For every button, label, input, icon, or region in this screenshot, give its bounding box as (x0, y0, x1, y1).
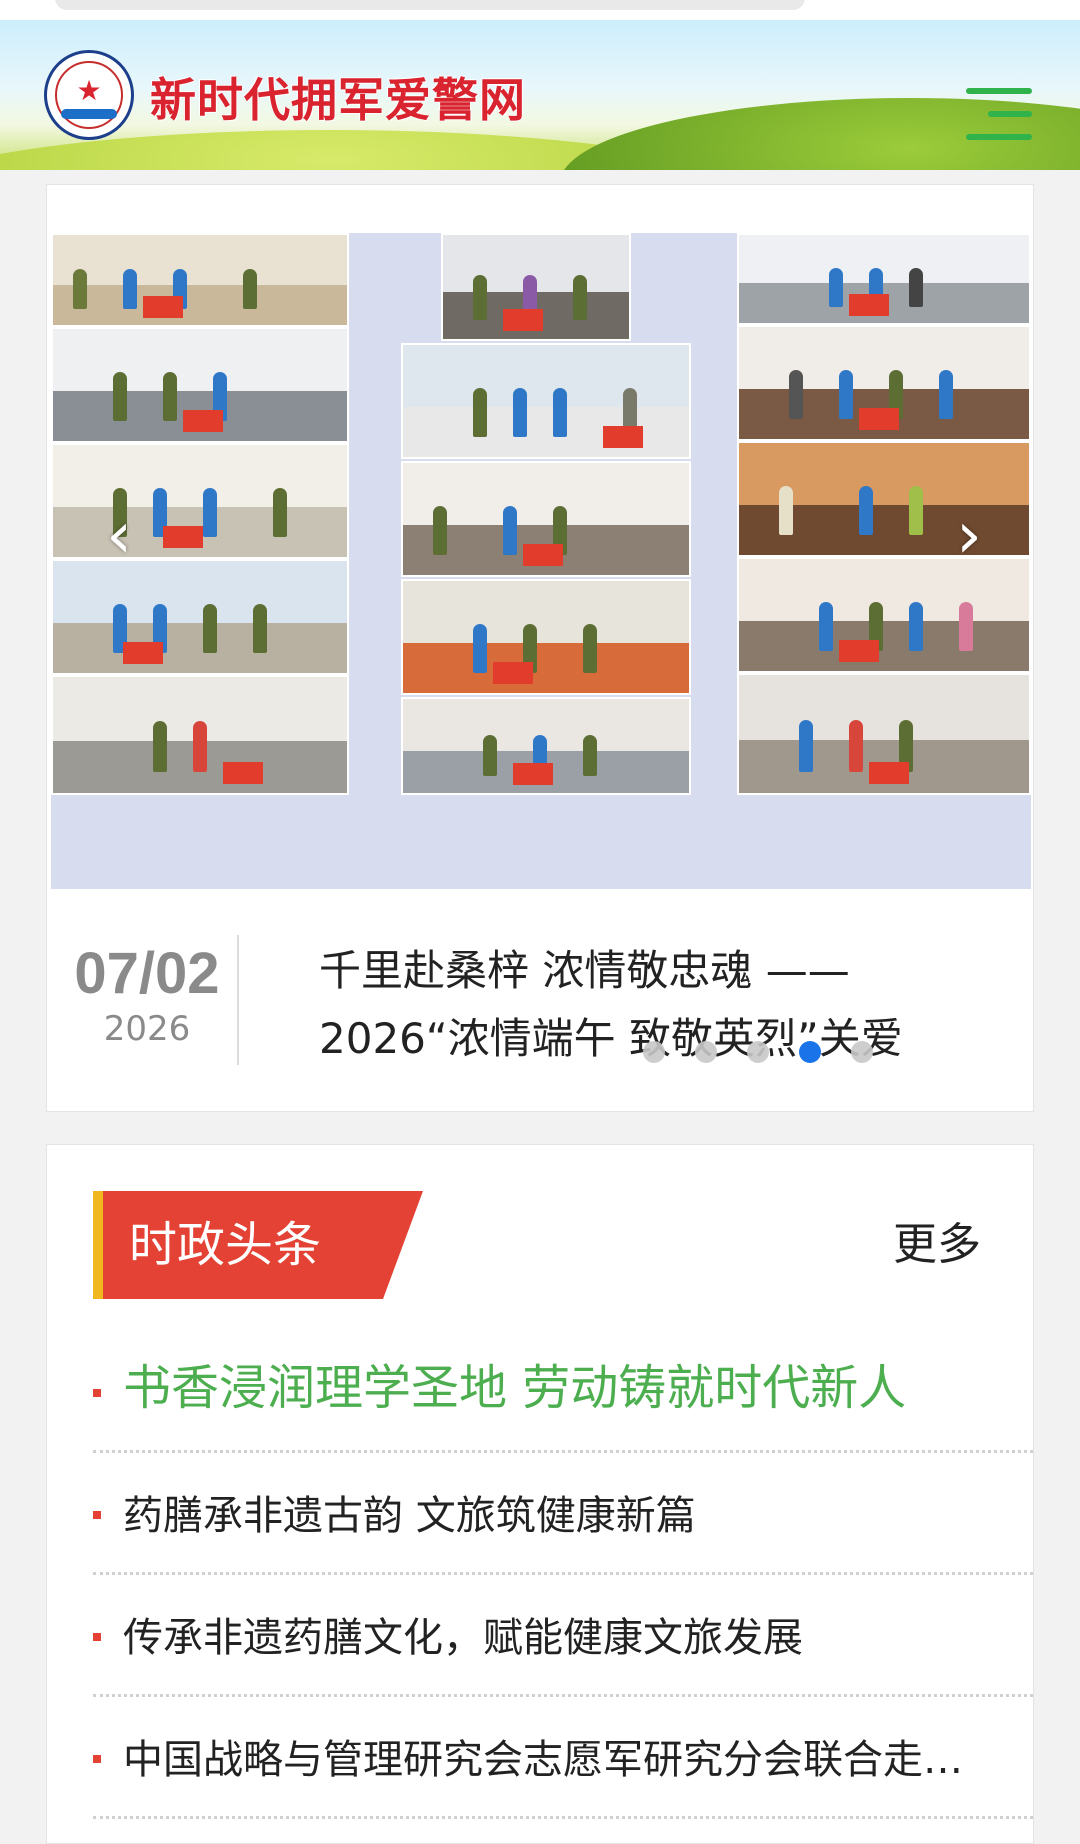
slider-pagination (643, 1041, 903, 1065)
news-item-title: 药膳承非遗古韵 文旅筑健康新篇 (123, 1493, 696, 1539)
news-item[interactable]: 中国战略与管理研究会志愿军研究分会联合走访慰问 (93, 1697, 1033, 1819)
news-list: 书香浸润理学圣地 劳动铸就时代新人 药膳承非遗古韵 文旅筑健康新篇 传承非遗药膳… (93, 1331, 1033, 1819)
section-title: 时政头条 (129, 1217, 322, 1273)
slide-date: 07/02 2026 (57, 935, 239, 1065)
slider-dot-2[interactable] (695, 1041, 717, 1063)
slider-dot-5[interactable] (851, 1041, 873, 1063)
site-header: ★ 新时代拥军爱警网 (0, 20, 1080, 170)
chevron-left-icon[interactable]: ‹ (89, 501, 149, 571)
slide-date-year: 2026 (103, 1009, 191, 1049)
slide-date-day: 07/02 (74, 941, 220, 1006)
more-link[interactable]: 更多 (893, 1215, 981, 1275)
news-item-title: 中国战略与管理研究会志愿军研究分会联合走访慰问 (123, 1737, 998, 1783)
slide-image-collage[interactable]: ‹ › (51, 233, 1031, 889)
news-item-title: 书香浸润理学圣地 劳动铸就时代新人 (123, 1360, 907, 1416)
address-bar[interactable] (55, 0, 805, 10)
logo-wave (61, 109, 117, 119)
news-item[interactable]: 书香浸润理学圣地 劳动铸就时代新人 (93, 1331, 1033, 1453)
hamburger-menu-icon[interactable] (962, 84, 1036, 144)
bullet-icon (93, 1755, 101, 1763)
bullet-icon (93, 1389, 101, 1397)
collage-column-middle (401, 233, 691, 889)
slider-dot-3[interactable] (747, 1041, 769, 1063)
chevron-right-icon[interactable]: › (939, 501, 999, 571)
bullet-icon (93, 1633, 101, 1641)
news-item-title: 传承非遗药膳文化，赋能健康文旅发展 (123, 1615, 803, 1661)
news-slider: ‹ › 07/02 2026 千里赴桑梓 浓情敬忠魂 —— 2026“浓情端午 … (46, 184, 1034, 1112)
browser-top-bar (0, 0, 1080, 20)
slider-dot-4-active[interactable] (799, 1041, 821, 1063)
logo-star-icon: ★ (76, 74, 102, 107)
site-title[interactable]: 新时代拥军爱警网 (150, 72, 526, 128)
news-item[interactable]: 药膳承非遗古韵 文旅筑健康新篇 (93, 1453, 1033, 1575)
bullet-icon (93, 1511, 101, 1519)
slider-dot-1[interactable] (643, 1041, 665, 1063)
news-section: 时政头条 更多 书香浸润理学圣地 劳动铸就时代新人 药膳承非遗古韵 文旅筑健康新… (46, 1144, 1034, 1844)
news-item[interactable]: 传承非遗药膳文化，赋能健康文旅发展 (93, 1575, 1033, 1697)
site-logo[interactable]: ★ (44, 50, 134, 140)
